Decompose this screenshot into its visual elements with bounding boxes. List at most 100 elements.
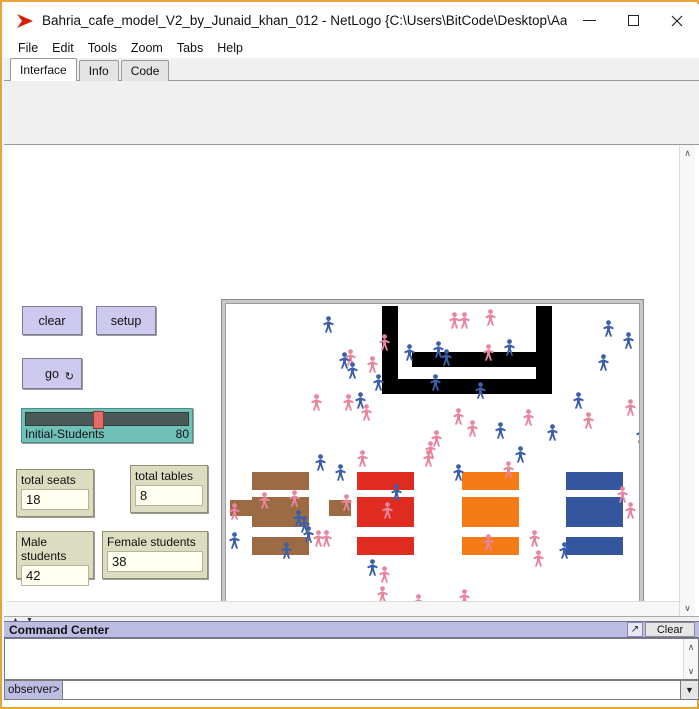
minimize-button[interactable] (567, 4, 611, 37)
menu-tabs[interactable]: Tabs (170, 40, 210, 56)
setup-button[interactable]: setup (96, 306, 156, 335)
slider-track[interactable] (25, 411, 189, 429)
slider-value: 80 (175, 427, 189, 441)
world-view[interactable] (225, 303, 640, 616)
monitor-female-students[interactable]: Female students 38 (102, 531, 208, 579)
female-student-agent (484, 309, 497, 326)
setup-button-label: setup (110, 313, 142, 328)
cafe-table (357, 537, 414, 555)
command-center-clear-button[interactable]: Clear (645, 622, 695, 637)
tab-interface[interactable]: Interface (10, 58, 77, 81)
male-student-agent (390, 484, 403, 501)
female-student-agent (532, 550, 545, 567)
female-student-agent (228, 503, 241, 520)
monitor-label: Female students (107, 535, 196, 549)
command-center-scrollbar[interactable]: ∧ ∨ (683, 639, 698, 679)
female-student-agent (320, 530, 333, 547)
female-student-agent (624, 399, 637, 416)
interface-toolbar: Edit Delete Add abc Butt (4, 81, 699, 216)
female-student-agent (452, 408, 465, 425)
female-student-agent (366, 356, 379, 373)
scroll-down-icon[interactable]: ∨ (680, 600, 695, 616)
cafe-table (252, 472, 309, 490)
female-student-agent (458, 312, 471, 329)
male-student-agent (597, 354, 610, 371)
initial-students-slider[interactable]: Initial-Students 80 (21, 408, 193, 443)
female-student-agent (381, 502, 394, 519)
male-student-agent (474, 382, 487, 399)
clear-button[interactable]: clear (22, 306, 82, 335)
command-center-history-dropdown[interactable]: ▼ (681, 680, 699, 700)
female-student-agent (639, 454, 640, 471)
window-title: Bahria_cafe_model_V2_by_Junaid_khan_012 … (42, 13, 567, 28)
tab-code[interactable]: Code (120, 60, 170, 81)
male-student-agent (514, 446, 527, 463)
female-student-agent (340, 494, 353, 511)
female-student-agent (378, 334, 391, 351)
slider-name: Initial-Students (25, 427, 105, 441)
male-student-agent (429, 374, 442, 391)
male-student-agent (280, 542, 293, 559)
command-center-prompt: observer> (4, 680, 63, 700)
male-student-agent (503, 339, 516, 356)
female-student-agent (310, 394, 323, 411)
monitor-value: 38 (107, 551, 203, 572)
scroll-down-icon[interactable]: ∨ (684, 664, 698, 678)
female-student-agent (522, 409, 535, 426)
menu-edit[interactable]: Edit (45, 40, 81, 56)
female-student-agent (378, 566, 391, 583)
monitor-value: 8 (135, 485, 203, 506)
monitor-total-tables[interactable]: total tables 8 (130, 465, 208, 513)
monitor-total-seats[interactable]: total seats 18 (16, 469, 94, 517)
female-student-agent (288, 490, 301, 507)
male-student-agent (452, 464, 465, 481)
female-student-agent (466, 420, 479, 437)
monitor-male-students[interactable]: Male students 42 (16, 531, 94, 586)
male-student-agent (572, 392, 585, 409)
tab-info[interactable]: Info (78, 60, 119, 81)
world-view-frame (221, 299, 644, 616)
male-student-agent (314, 454, 327, 471)
cafe-table (357, 472, 414, 490)
female-student-agent (356, 450, 369, 467)
female-student-agent (360, 404, 373, 421)
title-bar: Bahria_cafe_model_V2_by_Junaid_khan_012 … (4, 4, 699, 37)
male-student-agent (322, 316, 335, 333)
menu-bar: File Edit Tools Zoom Tabs Help (4, 37, 699, 58)
female-student-agent (482, 534, 495, 551)
window-controls (567, 4, 699, 37)
menu-tools[interactable]: Tools (81, 40, 124, 56)
slider-thumb[interactable] (93, 411, 104, 429)
counter-wall (536, 306, 552, 394)
female-student-agent (616, 486, 629, 503)
go-button-label: go (45, 366, 59, 381)
tab-strip: Interface Info Code (4, 58, 699, 81)
female-student-agent (582, 412, 595, 429)
menu-help[interactable]: Help (210, 40, 250, 56)
menu-zoom[interactable]: Zoom (124, 40, 170, 56)
scroll-up-icon[interactable]: ∧ (684, 640, 698, 654)
menu-file[interactable]: File (11, 40, 45, 56)
expand-arrow-icon[interactable]: ↗ (627, 622, 643, 637)
monitor-value: 42 (21, 565, 89, 586)
interface-horizontal-scrollbar[interactable] (6, 601, 685, 616)
female-student-agent (482, 344, 495, 361)
netlogo-window: Bahria_cafe_model_V2_by_Junaid_khan_012 … (0, 0, 699, 709)
go-button[interactable]: go ↻ (22, 358, 82, 389)
scroll-up-icon[interactable]: ∧ (680, 145, 695, 161)
maximize-button[interactable] (611, 4, 655, 37)
clear-button-label: clear (38, 313, 66, 328)
interface-vertical-scrollbar[interactable]: ∧ ∨ (679, 145, 695, 616)
command-center-title: Command Center (9, 622, 110, 637)
cafe-table (566, 537, 623, 555)
command-center-output[interactable]: ∧ ∨ (4, 638, 699, 680)
close-button[interactable] (655, 4, 699, 37)
female-student-agent (258, 492, 271, 509)
male-student-agent (558, 542, 571, 559)
command-center-input[interactable] (62, 680, 681, 700)
male-student-agent (635, 426, 639, 443)
female-student-agent (528, 530, 541, 547)
male-student-agent (372, 374, 385, 391)
counter-wall (382, 379, 552, 394)
male-student-agent (228, 532, 241, 549)
